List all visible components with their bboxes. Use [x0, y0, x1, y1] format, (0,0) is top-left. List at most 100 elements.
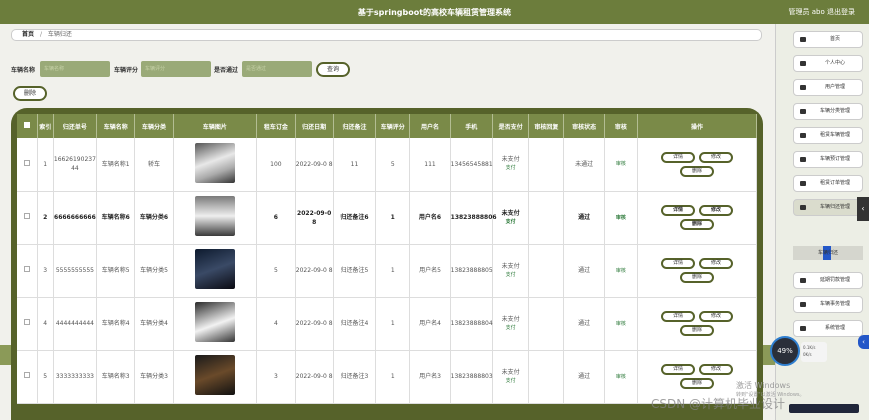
paid-status: 未支付: [501, 262, 520, 270]
edit-button[interactable]: 修改: [699, 364, 733, 375]
cell-paid: 未支付 支付: [492, 297, 530, 351]
cell-deposit: 5: [256, 244, 296, 298]
car-score-label: 车辆评分: [114, 67, 139, 74]
detail-button[interactable]: 详情: [661, 311, 695, 322]
paid-status: 未支付: [501, 209, 520, 217]
car-image[interactable]: [194, 142, 235, 183]
sidebar-item-8[interactable]: 车辆归还管理: [793, 199, 863, 216]
grid-icon: [800, 85, 806, 90]
cell-return-remark: 归还备注5: [333, 244, 377, 298]
delete-button[interactable]: 删除: [13, 86, 47, 101]
review-link[interactable]: 审核: [616, 215, 626, 221]
sidebar-subitem-car-return[interactable]: 车辆归还: [793, 246, 863, 260]
col-review: 审核: [604, 114, 639, 138]
cell-car-name: 车辆名称4: [96, 297, 136, 351]
col-return-no: 归还单号: [53, 114, 98, 138]
car-image[interactable]: [194, 196, 235, 236]
edit-button[interactable]: 修改: [699, 311, 733, 322]
edit-button[interactable]: 修改: [699, 151, 733, 163]
breadcrumb-home[interactable]: 首页: [22, 31, 34, 38]
pay-link[interactable]: 支付: [493, 164, 528, 173]
detail-button[interactable]: 详情: [661, 258, 695, 269]
sidebar-item-label: 车辆预订管理: [819, 156, 850, 162]
cell-actions: 详情 修改删除: [637, 297, 757, 351]
pass-input[interactable]: 是否通过: [242, 61, 312, 77]
sidebar-item-2[interactable]: 个人中心: [793, 55, 863, 72]
cell-return-date: 2022-09-0 8: [295, 350, 334, 404]
row-delete-button[interactable]: 删除: [680, 378, 714, 389]
pass-label: 是否通过: [214, 67, 239, 74]
car-image[interactable]: [194, 249, 235, 289]
cell-phone: 13823888804: [450, 297, 493, 351]
left-edge-bar: [0, 345, 11, 365]
cell-car-name: 车辆名称6: [96, 191, 136, 245]
sidebar-item-10[interactable]: 车辆事务管理: [793, 296, 863, 313]
review-link[interactable]: 审核: [616, 268, 626, 274]
car-image[interactable]: [194, 302, 235, 342]
col-car-score: 车辆评分: [375, 114, 411, 138]
table-row: 4 4444444444 车辆名称4 车辆分类4 4 2022-09-0 8 归还备注4 1 用…: [17, 297, 757, 351]
sidebar-item-4[interactable]: 车辆分类管理: [793, 103, 863, 120]
review-link[interactable]: 审核: [616, 374, 626, 380]
person-icon: [800, 61, 806, 66]
detail-button[interactable]: 详情: [661, 205, 695, 216]
cell-phone: 13456545881: [450, 138, 493, 192]
pay-link[interactable]: 支付: [493, 218, 528, 227]
cell-car-name: 车辆名称3: [96, 350, 136, 404]
sidebar-item-label: 租赁订单管理: [819, 180, 850, 186]
query-button[interactable]: 查询: [316, 62, 350, 77]
detail-button[interactable]: 详情: [661, 151, 695, 163]
review-link[interactable]: 审核: [616, 161, 626, 167]
select-all-checkbox[interactable]: [17, 114, 38, 138]
sidebar-collapse-toggle[interactable]: ‹: [857, 197, 869, 221]
sidebar-item-11[interactable]: 系统管理: [793, 320, 863, 337]
cell-return-remark: 11: [333, 138, 377, 192]
cell-username: 用户名6: [409, 191, 451, 245]
row-delete-button[interactable]: 删除: [680, 219, 714, 230]
pay-link[interactable]: 支付: [493, 324, 528, 333]
sidebar-item-7[interactable]: 租赁订单管理: [793, 175, 863, 192]
user-logout-link[interactable]: 管理员 abo 退出登录: [789, 7, 855, 17]
sidebar-item-3[interactable]: 用户管理: [793, 79, 863, 96]
breadcrumb-current: 车辆归还: [47, 31, 72, 38]
review-link[interactable]: 审核: [616, 321, 626, 327]
sidebar-item-6[interactable]: 车辆预订管理: [793, 151, 863, 168]
car-score-input[interactable]: 车辆评分: [141, 61, 211, 77]
table-row: 5 3333333333 车辆名称3 车辆分类3 3 2022-09-0 8 归还备注3 1 用…: [17, 350, 757, 404]
car-image[interactable]: [194, 355, 235, 395]
edit-button[interactable]: 修改: [699, 205, 733, 216]
row-delete-button[interactable]: 删除: [680, 325, 714, 336]
network-stats: 0.1K/s 0K/s: [801, 342, 827, 362]
edit-button[interactable]: 修改: [699, 258, 733, 269]
cell-deposit: 3: [256, 350, 296, 404]
cell-review-reply: [528, 191, 565, 245]
row-delete-button[interactable]: 删除: [680, 165, 714, 177]
grid-icon: [800, 302, 806, 307]
cell-return-no: 3333333333: [53, 350, 98, 404]
row-checkbox[interactable]: [17, 350, 38, 404]
detail-button[interactable]: 详情: [661, 364, 695, 375]
pay-link[interactable]: 支付: [493, 377, 528, 386]
cell-return-date: 2022-09-0 8: [295, 191, 334, 245]
cell-car-name: 车辆名称5: [96, 244, 136, 298]
cell-car-image: [173, 138, 258, 192]
row-checkbox[interactable]: [17, 138, 38, 192]
row-checkbox[interactable]: [17, 244, 38, 298]
car-name-input[interactable]: 车辆名称: [40, 61, 110, 77]
cell-review-status: 通过: [563, 244, 605, 298]
sidebar-item-9[interactable]: 延期罚款管理: [793, 272, 863, 289]
cell-username: 用户名5: [409, 244, 451, 298]
side-expand-icon[interactable]: ‹: [858, 335, 869, 349]
paid-status: 未支付: [501, 156, 520, 164]
cell-car-score: 1: [375, 297, 411, 351]
data-table-container: 索引 归还单号 车辆名称 车辆分类 车辆图片 租车订金 归还日期 归还备注 车辆…: [11, 108, 763, 420]
sidebar-item-1[interactable]: 首页: [793, 31, 863, 48]
row-checkbox[interactable]: [17, 191, 38, 245]
row-delete-button[interactable]: 删除: [680, 272, 714, 283]
row-checkbox[interactable]: [17, 297, 38, 351]
sidebar-item-5[interactable]: 租赁车辆管理: [793, 127, 863, 144]
cell-phone: 13823888803: [450, 350, 493, 404]
pay-link[interactable]: 支付: [493, 271, 528, 280]
cell-review-status: 未通过: [563, 138, 605, 192]
table-row: 1 16626190237 44 车辆名称1 轿车 100 2022-09-0 8 11 5 1…: [17, 138, 757, 192]
